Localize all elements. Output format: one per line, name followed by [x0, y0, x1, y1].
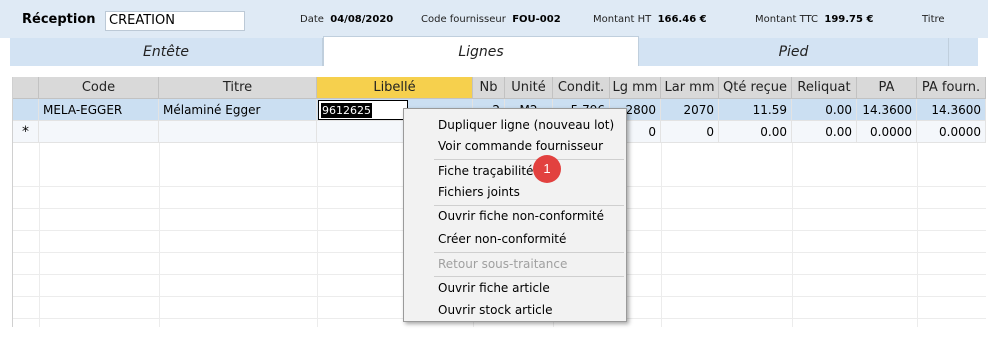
- new-cell-qte[interactable]: 0.00: [719, 121, 792, 143]
- column-header-unite[interactable]: Unité: [505, 77, 553, 99]
- menu-separator: [434, 276, 624, 277]
- menu-item-ouvrir-non-conformite[interactable]: Ouvrir fiche non-conformité: [438, 206, 604, 226]
- grid-column-line: [661, 143, 662, 327]
- supplier-value: FOU-002: [512, 14, 561, 25]
- grid-column-line: [792, 143, 793, 327]
- date-value: 04/08/2020: [330, 14, 394, 25]
- column-header-pa[interactable]: PA: [857, 77, 917, 99]
- menu-item-fiche-tracabilite[interactable]: Fiche traçabilité: [438, 161, 533, 181]
- amount-ttc-field: Montant TTC 199.75 €: [755, 14, 873, 25]
- new-cell-titre[interactable]: [159, 121, 317, 143]
- cell-pa-fourn[interactable]: 14.3600: [917, 99, 986, 121]
- date-field: Date 04/08/2020: [300, 14, 393, 25]
- cell-code[interactable]: MELA-EGGER: [39, 99, 159, 121]
- column-header-pa-fourn[interactable]: PA fourn.: [917, 77, 986, 99]
- cell-qte[interactable]: 11.59: [719, 99, 792, 121]
- new-cell-lar[interactable]: 0: [661, 121, 719, 143]
- menu-item-retour-sous-traitance: Retour sous-traitance: [438, 257, 568, 271]
- new-cell-reliquat[interactable]: 0.00: [792, 121, 857, 143]
- amount-ttc-label: Montant TTC: [755, 14, 819, 25]
- supplier-field: Code fournisseur FOU-002: [421, 14, 561, 25]
- column-header-qte[interactable]: Qté reçue: [719, 77, 792, 99]
- tab-bar: Entête Lignes Pied: [10, 36, 978, 66]
- cell-pa[interactable]: 14.3600: [857, 99, 917, 121]
- amount-ht-label: Montant HT: [593, 14, 652, 25]
- tab-pied[interactable]: Pied: [639, 38, 949, 66]
- libelle-edit-input[interactable]: 9612625: [318, 100, 408, 120]
- date-label: Date: [300, 14, 324, 25]
- reception-label: Réception: [22, 12, 96, 27]
- menu-item-dupliquer-ligne[interactable]: Dupliquer ligne (nouveau lot): [438, 115, 614, 135]
- grid-corner[interactable]: [13, 77, 39, 99]
- new-cell-pa[interactable]: 0.0000: [857, 121, 917, 143]
- step-marker-badge: 1: [533, 155, 561, 183]
- grid-column-line: [39, 143, 40, 327]
- reception-field[interactable]: CREATION: [105, 11, 245, 31]
- amount-ttc-value: 199.75 €: [824, 14, 874, 25]
- column-header-lg[interactable]: Lg mm: [610, 77, 661, 99]
- new-cell-pa-fourn[interactable]: 0.0000: [917, 121, 986, 143]
- cell-lar[interactable]: 2070: [661, 99, 719, 121]
- column-header-lar[interactable]: Lar mm: [661, 77, 719, 99]
- header-bar: Réception CREATION Date 04/08/2020 Code …: [0, 0, 988, 38]
- column-header-titre[interactable]: Titre: [159, 77, 317, 99]
- amount-ht-field: Montant HT 166.46 €: [593, 14, 707, 25]
- menu-separator: [434, 252, 624, 253]
- grid-column-line: [317, 143, 318, 327]
- menu-item-ouvrir-fiche-article[interactable]: Ouvrir fiche article: [438, 278, 550, 298]
- tab-lignes[interactable]: Lignes: [323, 36, 639, 66]
- menu-item-creer-non-conformite[interactable]: Créer non-conformité: [438, 229, 566, 249]
- row-selector[interactable]: [13, 99, 39, 121]
- grid-column-line: [159, 143, 160, 327]
- supplier-label: Code fournisseur: [421, 14, 506, 25]
- menu-item-voir-commande[interactable]: Voir commande fournisseur: [438, 136, 603, 156]
- tab-entete[interactable]: Entête: [10, 38, 323, 66]
- amount-ht-value: 166.46 €: [657, 14, 707, 25]
- cell-reliquat[interactable]: 0.00: [792, 99, 857, 121]
- menu-item-fichiers-joints[interactable]: Fichiers joints: [438, 182, 520, 202]
- column-header-code[interactable]: Code: [39, 77, 159, 99]
- libelle-selected-text: 9612625: [321, 103, 372, 118]
- new-row-marker[interactable]: *: [13, 121, 39, 143]
- menu-separator: [434, 159, 624, 160]
- column-header-condit[interactable]: Condit.: [553, 77, 610, 99]
- new-cell-code[interactable]: [39, 121, 159, 143]
- cell-titre[interactable]: Mélaminé Egger: [159, 99, 317, 121]
- column-header-nb[interactable]: Nb: [473, 77, 505, 99]
- column-header-libelle[interactable]: Libellé: [317, 77, 473, 99]
- menu-item-ouvrir-stock-article[interactable]: Ouvrir stock article: [438, 300, 552, 320]
- context-menu: Dupliquer ligne (nouveau lot) Voir comma…: [403, 108, 627, 322]
- column-header-reliquat[interactable]: Reliquat: [792, 77, 857, 99]
- titre-label: Titre: [922, 14, 945, 25]
- grid-column-line: [917, 143, 918, 327]
